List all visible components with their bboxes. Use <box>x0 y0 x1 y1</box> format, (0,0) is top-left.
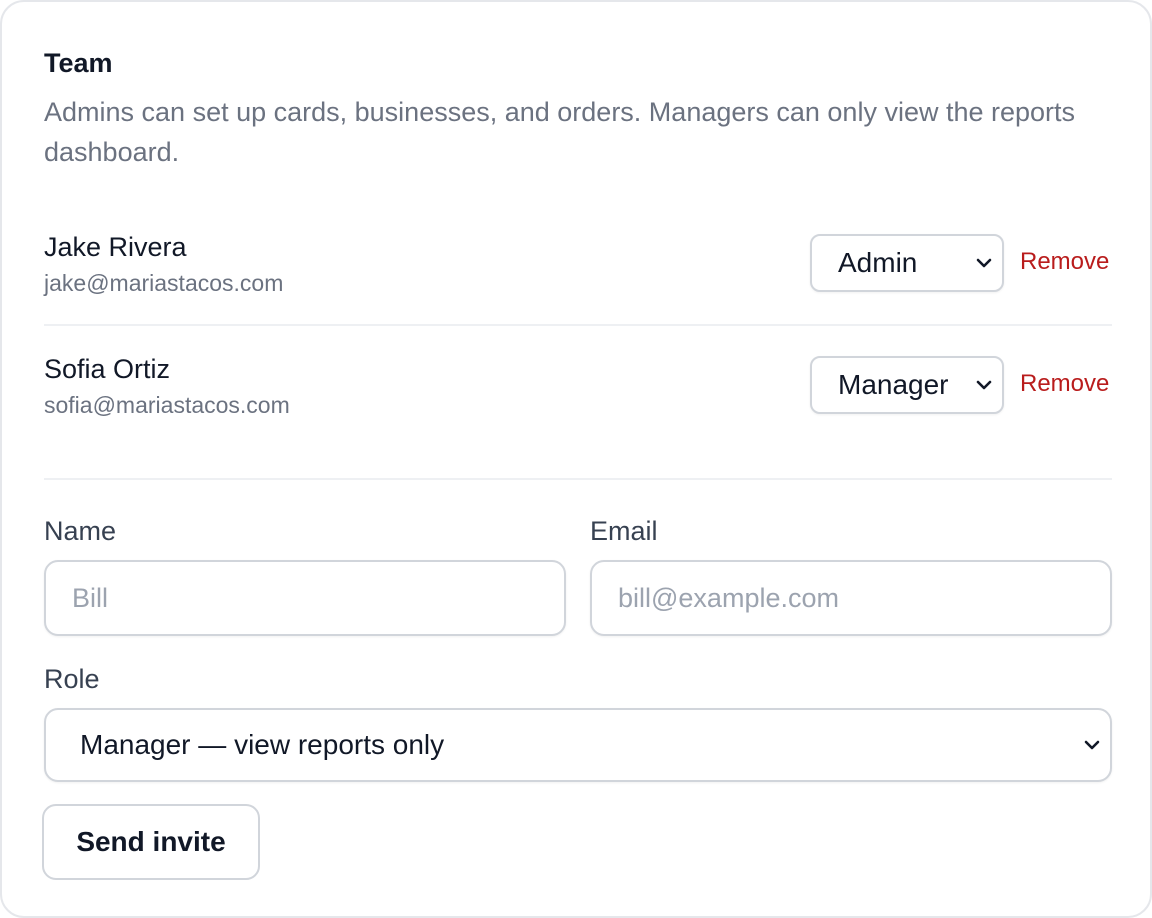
section-description: Admins can set up cards, businesses, and… <box>44 97 1076 167</box>
name-input-placeholder: Bill <box>72 583 109 613</box>
member-role-value: Admin <box>838 247 918 278</box>
send-invite-button[interactable]: Send invite <box>42 804 260 880</box>
divider <box>44 478 1112 480</box>
chevron-down-icon <box>976 380 992 390</box>
name-input[interactable]: Bill <box>44 560 566 636</box>
name-label: Name <box>44 516 117 546</box>
member-name: Jake Rivera <box>44 232 187 262</box>
member-row: Jake Rivera jake@mariastacos.com Admin R… <box>44 232 1112 312</box>
remove-member-button[interactable]: Remove <box>1020 370 1109 398</box>
email-label: Email <box>590 516 658 546</box>
member-role-value: Manager <box>838 369 949 400</box>
member-name: Sofia Ortiz <box>44 354 171 384</box>
member-role-select[interactable]: Manager <box>810 356 1004 414</box>
divider <box>44 324 1112 326</box>
chevron-down-icon <box>1084 740 1100 750</box>
chevron-down-icon <box>976 258 992 268</box>
section-title: Team <box>44 48 113 78</box>
member-email: sofia@mariastacos.com <box>44 392 290 418</box>
remove-member-button[interactable]: Remove <box>1020 248 1109 276</box>
email-input-placeholder: bill@example.com <box>618 583 839 613</box>
team-card: Team Admins can set up cards, businesses… <box>0 0 1152 918</box>
role-select-value: Manager — view reports only <box>80 729 445 760</box>
email-input[interactable]: bill@example.com <box>590 560 1112 636</box>
role-label: Role <box>44 664 100 694</box>
role-select[interactable]: Manager — view reports only <box>44 708 1112 782</box>
member-role-select[interactable]: Admin <box>810 234 1004 292</box>
member-row: Sofia Ortiz sofia@mariastacos.com Manage… <box>44 354 1112 434</box>
member-email: jake@mariastacos.com <box>44 270 284 296</box>
